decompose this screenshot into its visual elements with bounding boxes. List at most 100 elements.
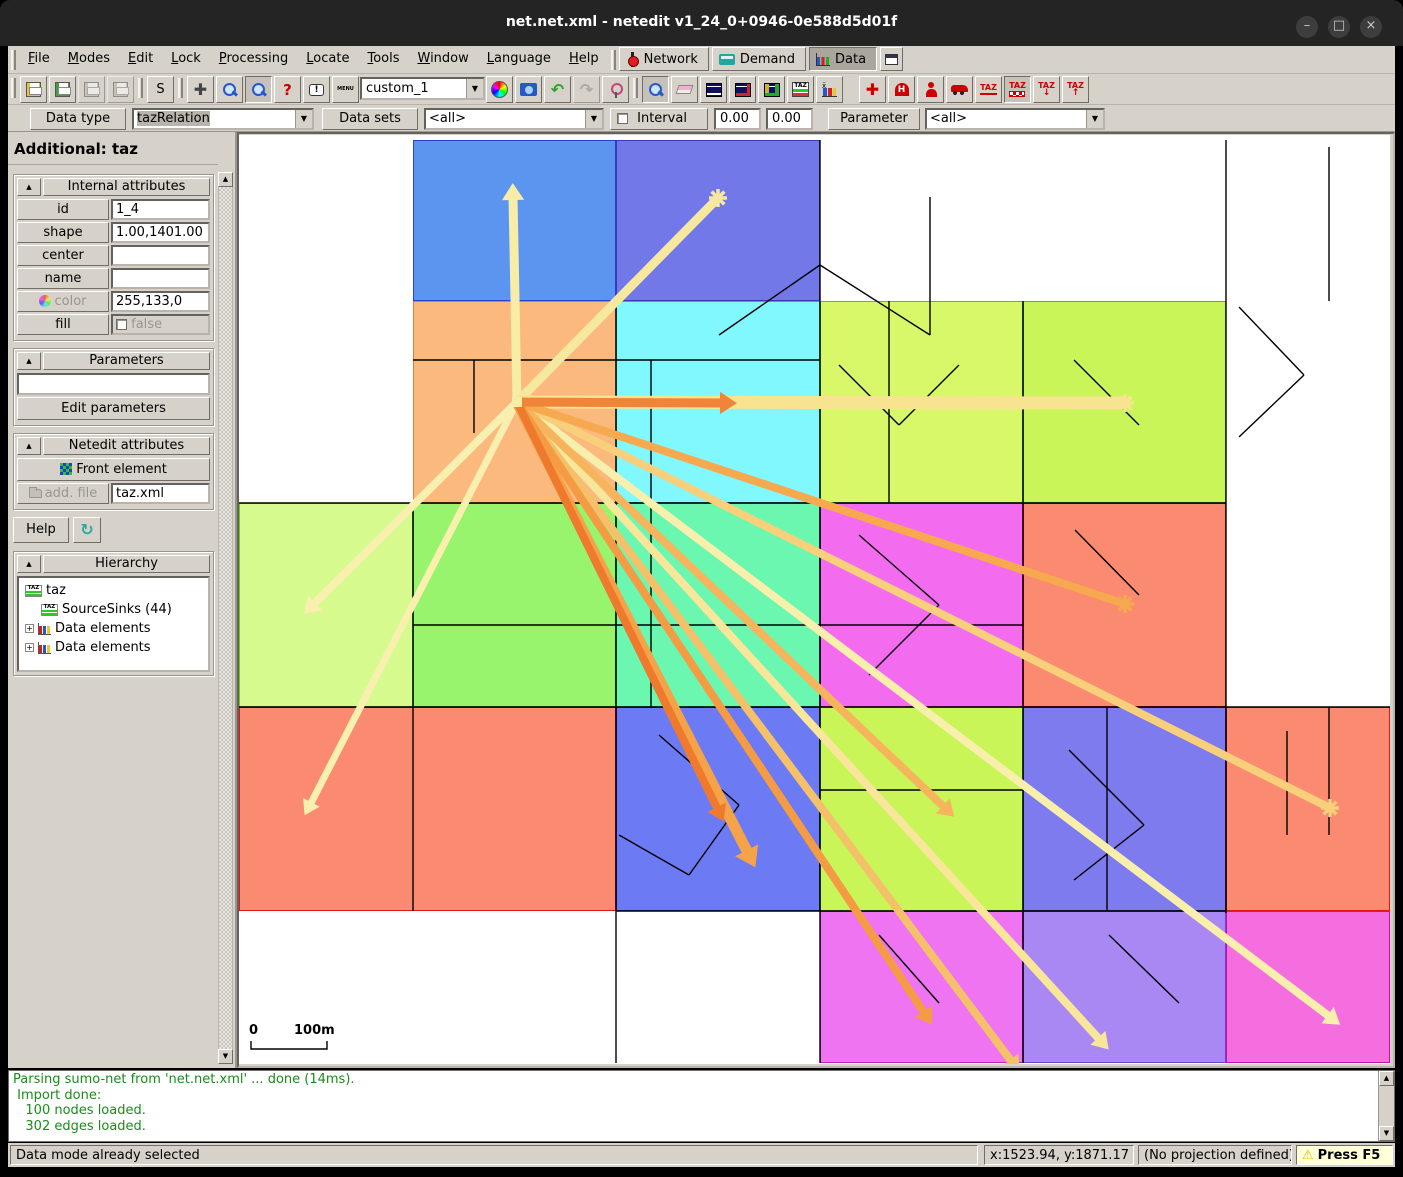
data-type-button[interactable]: Data type <box>30 108 126 130</box>
collapse-button[interactable]: ▲ <box>17 555 41 573</box>
scroll-down-icon[interactable]: ▼ <box>218 1049 233 1064</box>
road-edge[interactable] <box>820 265 930 335</box>
scroll-up-icon[interactable]: ▲ <box>1379 1071 1394 1086</box>
parameters-field[interactable] <box>17 373 210 395</box>
toolbar-grip[interactable] <box>138 78 143 98</box>
zoom-cursor-button[interactable] <box>245 76 272 103</box>
new-network-button[interactable] <box>20 76 47 103</box>
menu-help[interactable]: Help <box>560 46 608 70</box>
press-f5-warning[interactable]: ⚠Press F5 <box>1296 1145 1393 1165</box>
additional-file-field[interactable]: taz.xml <box>111 483 210 504</box>
menu-file[interactable]: File <box>19 46 59 70</box>
parameter-button[interactable]: Parameter <box>828 108 920 130</box>
chevron-down-icon[interactable]: ▼ <box>1086 110 1103 128</box>
toolbar-grip[interactable] <box>611 50 616 70</box>
parameters-header[interactable]: Parameters <box>43 352 210 370</box>
delete-mode-button[interactable] <box>671 76 698 103</box>
tazdata-mode-button[interactable]: TAZ <box>787 76 814 103</box>
road-edge[interactable] <box>1075 530 1139 595</box>
menu-tooltip-button[interactable]: MENU <box>332 76 359 103</box>
save-joined-button[interactable] <box>107 76 134 103</box>
reload-button[interactable]: ↻ <box>73 517 101 543</box>
collapse-button[interactable]: ▲ <box>17 352 41 370</box>
screenshot-button[interactable] <box>515 76 542 103</box>
road-edge[interactable] <box>899 365 959 425</box>
menu-language[interactable]: Language <box>478 46 560 70</box>
fill-label-button[interactable]: fill <box>17 314 109 335</box>
taz-relation-line[interactable] <box>517 402 925 1014</box>
internal-attributes-header[interactable]: Internal attributes <box>43 178 210 196</box>
chevron-down-icon[interactable]: ▼ <box>585 110 602 128</box>
toolbar-grip[interactable] <box>633 78 638 98</box>
map-canvas[interactable]: 0 100m <box>239 135 1390 1064</box>
zoom-button[interactable] <box>216 76 243 103</box>
move-view-button[interactable]: ✚ <box>187 76 214 103</box>
netedit-attributes-header[interactable]: Netedit attributes <box>43 437 210 455</box>
menu-locate[interactable]: Locate <box>297 46 358 70</box>
scroll-up-icon[interactable]: ▲ <box>218 172 233 187</box>
road-edge[interactable] <box>869 605 939 675</box>
help-mode-button[interactable]: ? <box>274 76 301 103</box>
taz-relation-line[interactable] <box>517 402 1330 808</box>
checkbox-icon[interactable] <box>116 319 127 330</box>
menu-tools[interactable]: Tools <box>358 46 408 70</box>
sidebar-scrollbar[interactable]: ▲ ▼ <box>218 172 233 1064</box>
attribute-value-field[interactable] <box>111 268 210 289</box>
delete-arch-button[interactable]: H <box>888 76 915 103</box>
taz-relation-line[interactable] <box>517 402 1330 1017</box>
tree-item-taz[interactable]: TAZtaz <box>21 581 206 600</box>
edge-data-taz-button[interactable]: TAZ <box>975 76 1002 103</box>
toolbar-grip[interactable] <box>11 78 16 98</box>
attribute-value-field[interactable] <box>111 245 210 266</box>
data-sets-combobox[interactable]: <all> ▼ <box>424 108 604 130</box>
road-edge[interactable] <box>839 365 899 425</box>
view-preset-combobox[interactable]: custom_1 ▼ <box>360 77 485 100</box>
taz-relation-line[interactable] <box>513 197 517 402</box>
menu-window[interactable]: Window <box>408 46 477 70</box>
taz-relation-line[interactable] <box>517 198 718 402</box>
supermode-data-button[interactable]: Data <box>809 47 877 71</box>
vehicle-data-button[interactable] <box>946 76 973 103</box>
collapse-button[interactable]: ▲ <box>17 178 41 196</box>
attribute-value-field[interactable]: 1_4 <box>111 199 210 220</box>
attribute-label-button[interactable]: name <box>17 268 109 289</box>
tree-item-data-elements[interactable]: +Data elements <box>21 619 206 638</box>
menu-modes[interactable]: Modes <box>59 46 119 70</box>
select-person-button[interactable] <box>917 76 944 103</box>
taz-relation-line[interactable] <box>517 402 1012 1062</box>
save-plain-button[interactable] <box>78 76 105 103</box>
taz-relation-mode-button[interactable]: TAZ <box>1004 76 1031 103</box>
taz-relation-line[interactable] <box>517 402 945 808</box>
toolbar-grip[interactable] <box>11 50 16 70</box>
collapse-button[interactable]: ▲ <box>17 437 41 455</box>
data-sets-button[interactable]: Data sets <box>322 108 418 130</box>
taz-relation-line[interactable] <box>517 402 723 403</box>
message-log[interactable]: Parsing sumo-net from 'net.net.xml' ... … <box>8 1070 1395 1142</box>
taz-source-mode-button[interactable]: TAZ↑ <box>1062 76 1089 103</box>
undo-button[interactable]: ↶ <box>544 76 571 103</box>
fill-checkbox[interactable]: false <box>111 314 210 335</box>
expander-icon[interactable]: + <box>25 643 34 652</box>
edgedata-mode-button[interactable] <box>700 76 727 103</box>
attribute-label-button[interactable]: shape <box>17 222 109 243</box>
edit-parameters-button[interactable]: Edit parameters <box>17 397 210 420</box>
data-type-combobox[interactable]: tazRelation ▼ <box>132 108 314 130</box>
minimize-button[interactable]: – <box>1296 16 1318 38</box>
color-button[interactable]: color <box>17 291 109 312</box>
inspect-mode-button[interactable]: ✚ <box>859 76 886 103</box>
front-element-button[interactable]: Front element <box>17 458 210 481</box>
road-edge[interactable] <box>719 265 820 335</box>
supermode-demand-button[interactable]: Demand <box>712 47 806 71</box>
taz-relation-line[interactable] <box>517 402 718 810</box>
osg-view-button[interactable] <box>880 47 903 71</box>
expander-icon[interactable]: + <box>25 624 34 633</box>
interval-checkbox[interactable]: Interval <box>610 108 708 130</box>
tree-item-sourcesinks-44-[interactable]: TAZSourceSinks (44) <box>21 600 206 619</box>
road-edge[interactable] <box>1239 375 1304 437</box>
add-file-button[interactable]: add. file <box>17 483 109 504</box>
color-value-field[interactable]: 255,133,0 <box>111 291 210 312</box>
chevron-down-icon[interactable]: ▼ <box>466 79 483 98</box>
attribute-label-button[interactable]: id <box>17 199 109 220</box>
help-button[interactable]: Help <box>13 517 69 543</box>
close-button[interactable]: × <box>1360 16 1382 38</box>
